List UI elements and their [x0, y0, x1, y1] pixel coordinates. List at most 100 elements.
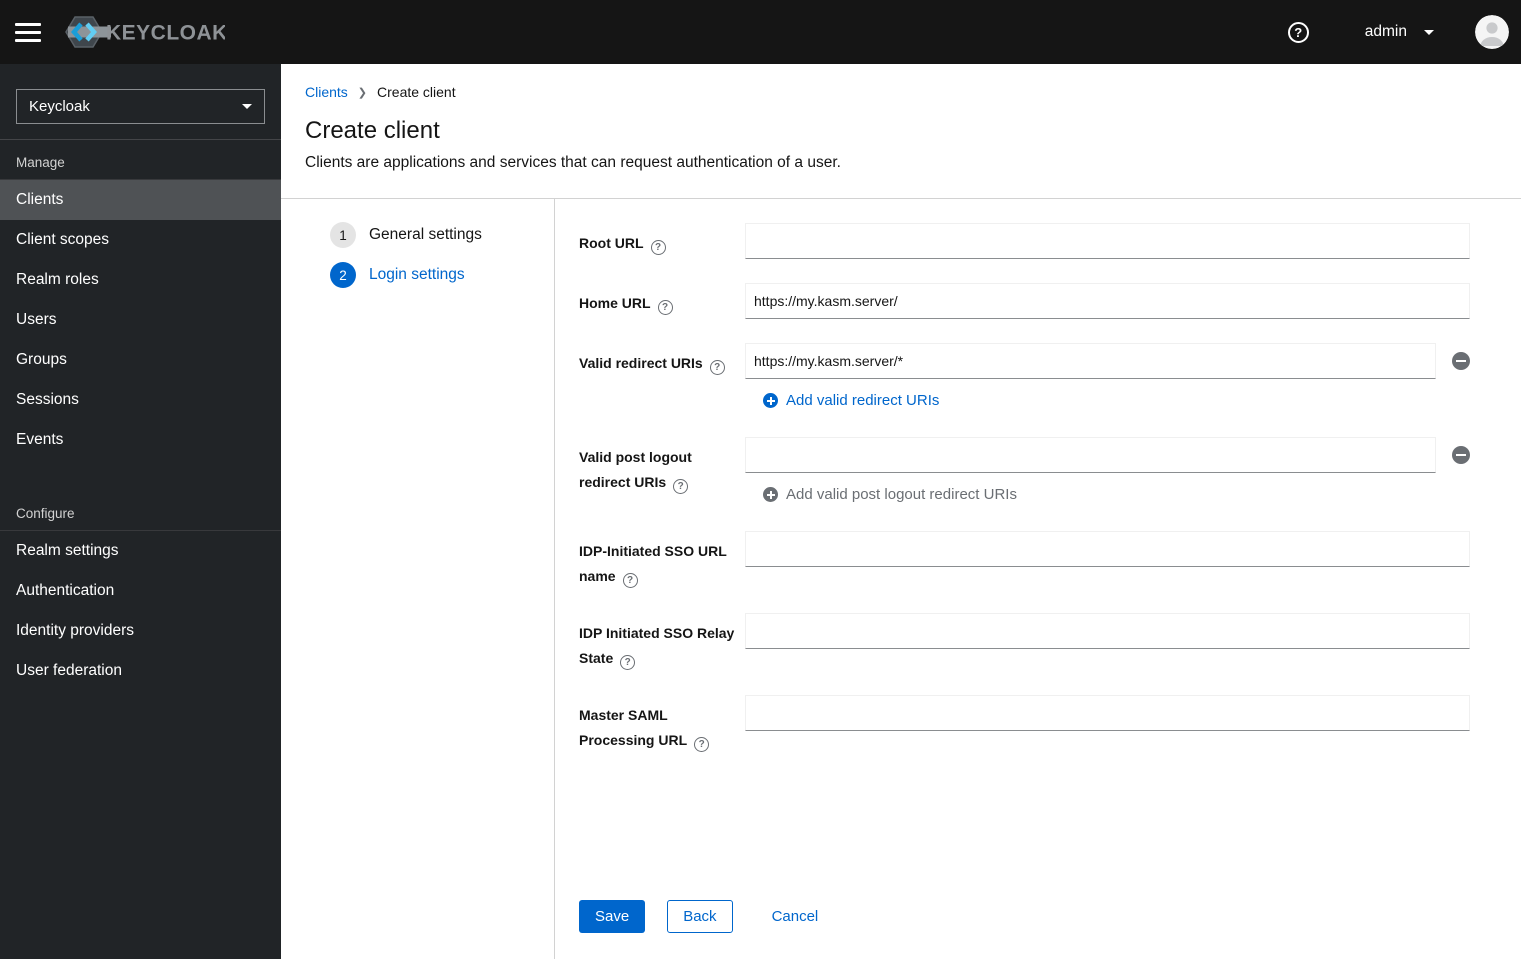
input-row	[745, 613, 1470, 649]
breadcrumb: Clients ❯ Create client	[305, 84, 1497, 100]
field-label-text: Home URL	[579, 295, 651, 311]
field-label-valid-post-logout-redirect-uris: Valid post logout redirect URIs?	[579, 437, 745, 507]
keycloak-logo: KEYCLOAK	[65, 14, 225, 50]
add-link-label: Add valid post logout redirect URIs	[786, 486, 1017, 503]
idp-initiated-sso-url-name-input[interactable]	[745, 531, 1470, 567]
input-row	[745, 223, 1470, 259]
field-master-saml-processing-url	[745, 695, 1470, 753]
page-title: Create client	[305, 117, 440, 144]
form-row-master-saml-processing-url: Master SAML Processing URL?	[579, 695, 1470, 753]
realm-selector[interactable]: Keycloak	[16, 89, 265, 124]
main-content: Clients ❯ Create client Create client Clie…	[281, 64, 1521, 959]
step-number: 1	[330, 222, 356, 248]
valid-post-logout-redirect-uris-input[interactable]	[745, 437, 1436, 473]
sidebar: Keycloak Manage Clients Client scopes Realm…	[0, 64, 281, 959]
help-question-icon[interactable]: ?	[673, 479, 689, 494]
sidebar-item-users[interactable]: Users	[0, 300, 281, 340]
form-row-valid-redirect-uris: Valid redirect URIs? Add valid redirect U…	[579, 343, 1470, 413]
chevron-down-icon	[242, 104, 252, 109]
cancel-button[interactable]: Cancel	[772, 900, 819, 933]
sidebar-item-authentication[interactable]: Authentication	[0, 571, 281, 611]
field-label-root-url: Root URL?	[579, 223, 745, 259]
add-link-add-valid-post-logout-redirect-uris: Add valid post logout redirect URIs	[763, 486, 1017, 503]
remove-uri-button[interactable]	[1452, 446, 1470, 464]
wizard-step-general-settings[interactable]: 1 General settings	[330, 222, 554, 248]
save-button[interactable]: Save	[579, 900, 646, 933]
field-idp-initiated-sso-relay-state	[745, 613, 1470, 671]
nav-section-title: Configure	[0, 491, 281, 531]
form-row-idp-initiated-sso-url-name: IDP-Initiated SSO URL name?	[579, 531, 1470, 589]
field-label-idp-initiated-sso-relay-state: IDP Initiated SSO Relay State?	[579, 613, 745, 671]
nav-section-title: Manage	[0, 140, 281, 180]
input-row	[745, 343, 1470, 379]
field-idp-initiated-sso-url-name	[745, 531, 1470, 589]
field-valid-redirect-uris: Add valid redirect URIs	[745, 343, 1470, 413]
wizard-form: Root URL?Home URL?Valid redirect URIs?Ad…	[555, 199, 1521, 959]
step-number: 2	[330, 262, 356, 288]
field-label-text: IDP-Initiated SSO URL name	[579, 543, 727, 584]
plus-circle-icon	[763, 487, 778, 502]
avatar[interactable]	[1475, 15, 1509, 49]
sidebar-item-user-federation[interactable]: User federation	[0, 651, 281, 691]
field-home-url	[745, 283, 1470, 319]
wizard: 1 General settings 2 Login settings Root UR…	[281, 199, 1521, 959]
help-question-icon[interactable]: ?	[657, 300, 673, 315]
field-label-home-url: Home URL?	[579, 283, 745, 319]
form-row-idp-initiated-sso-relay-state: IDP Initiated SSO Relay State?	[579, 613, 1470, 671]
back-button[interactable]: Back	[667, 900, 733, 933]
user-menu[interactable]: admin	[1365, 23, 1434, 41]
sidebar-item-realm-roles[interactable]: Realm roles	[0, 260, 281, 300]
input-row	[745, 531, 1470, 567]
sidebar-item-clients[interactable]: Clients	[0, 180, 281, 220]
hamburger-menu-icon[interactable]	[15, 22, 41, 42]
nav-section-manage: Manage Clients Client scopes Realm roles Use…	[0, 140, 281, 460]
input-row	[745, 283, 1470, 319]
breadcrumb-item-clients[interactable]: Clients	[305, 84, 348, 100]
realm-selector-value: Keycloak	[29, 98, 90, 115]
field-root-url	[745, 223, 1470, 259]
brand-text: KEYCLOAK	[106, 22, 225, 45]
nav-section-configure: Configure Realm settings Authentication Ide…	[0, 491, 281, 691]
field-label-idp-initiated-sso-url-name: IDP-Initiated SSO URL name?	[579, 531, 745, 589]
master-saml-processing-url-input[interactable]	[745, 695, 1470, 731]
sidebar-item-groups[interactable]: Groups	[0, 340, 281, 380]
realm-selector-wrap: Keycloak	[0, 64, 281, 140]
form-row-root-url: Root URL?	[579, 223, 1470, 259]
help-question-icon[interactable]: ?	[622, 573, 638, 588]
sidebar-nav: Manage Clients Client scopes Realm roles Use…	[0, 140, 281, 691]
sidebar-item-sessions[interactable]: Sessions	[0, 380, 281, 420]
add-link-add-valid-redirect-uris[interactable]: Add valid redirect URIs	[763, 392, 939, 409]
form-row-home-url: Home URL?	[579, 283, 1470, 319]
idp-initiated-sso-relay-state-input[interactable]	[745, 613, 1470, 649]
help-question-icon[interactable]: ?	[650, 240, 666, 255]
sidebar-item-realm-settings[interactable]: Realm settings	[0, 531, 281, 571]
breadcrumb-item-create-client: Create client	[377, 84, 456, 100]
wizard-step-login-settings[interactable]: 2 Login settings	[330, 262, 554, 288]
home-url-input[interactable]	[745, 283, 1470, 319]
breadcrumb-separator-icon: ❯	[357, 86, 368, 99]
help-question-icon[interactable]: ?	[620, 655, 636, 670]
field-label-text: IDP Initiated SSO Relay State	[579, 625, 735, 666]
field-label-text: Root URL	[579, 235, 644, 251]
step-label: Login settings	[369, 266, 465, 283]
input-row	[745, 437, 1470, 473]
form-rows: Root URL?Home URL?Valid redirect URIs?Ad…	[579, 223, 1470, 777]
sidebar-item-identity-providers[interactable]: Identity providers	[0, 611, 281, 651]
remove-uri-button[interactable]	[1452, 352, 1470, 370]
sidebar-item-events[interactable]: Events	[0, 420, 281, 460]
topbar: KEYCLOAK ? admin	[0, 0, 1521, 64]
field-label-text: Master SAML Processing URL	[579, 707, 688, 748]
valid-redirect-uris-input[interactable]	[745, 343, 1436, 379]
chevron-down-icon	[1424, 29, 1434, 35]
help-question-icon[interactable]: ?	[694, 737, 710, 752]
help-question-icon[interactable]: ?	[709, 360, 725, 375]
sidebar-item-client-scopes[interactable]: Client scopes	[0, 220, 281, 260]
help-icon[interactable]: ?	[1287, 21, 1309, 43]
field-valid-post-logout-redirect-uris: Add valid post logout redirect URIs	[745, 437, 1470, 507]
page-description: Clients are applications and services th…	[305, 154, 841, 171]
field-label-valid-redirect-uris: Valid redirect URIs?	[579, 343, 745, 413]
root-url-input[interactable]	[745, 223, 1470, 259]
form-row-valid-post-logout-redirect-uris: Valid post logout redirect URIs? Add vali…	[579, 437, 1470, 507]
plus-circle-icon	[763, 393, 778, 408]
field-label-text: Valid redirect URIs	[579, 355, 703, 371]
